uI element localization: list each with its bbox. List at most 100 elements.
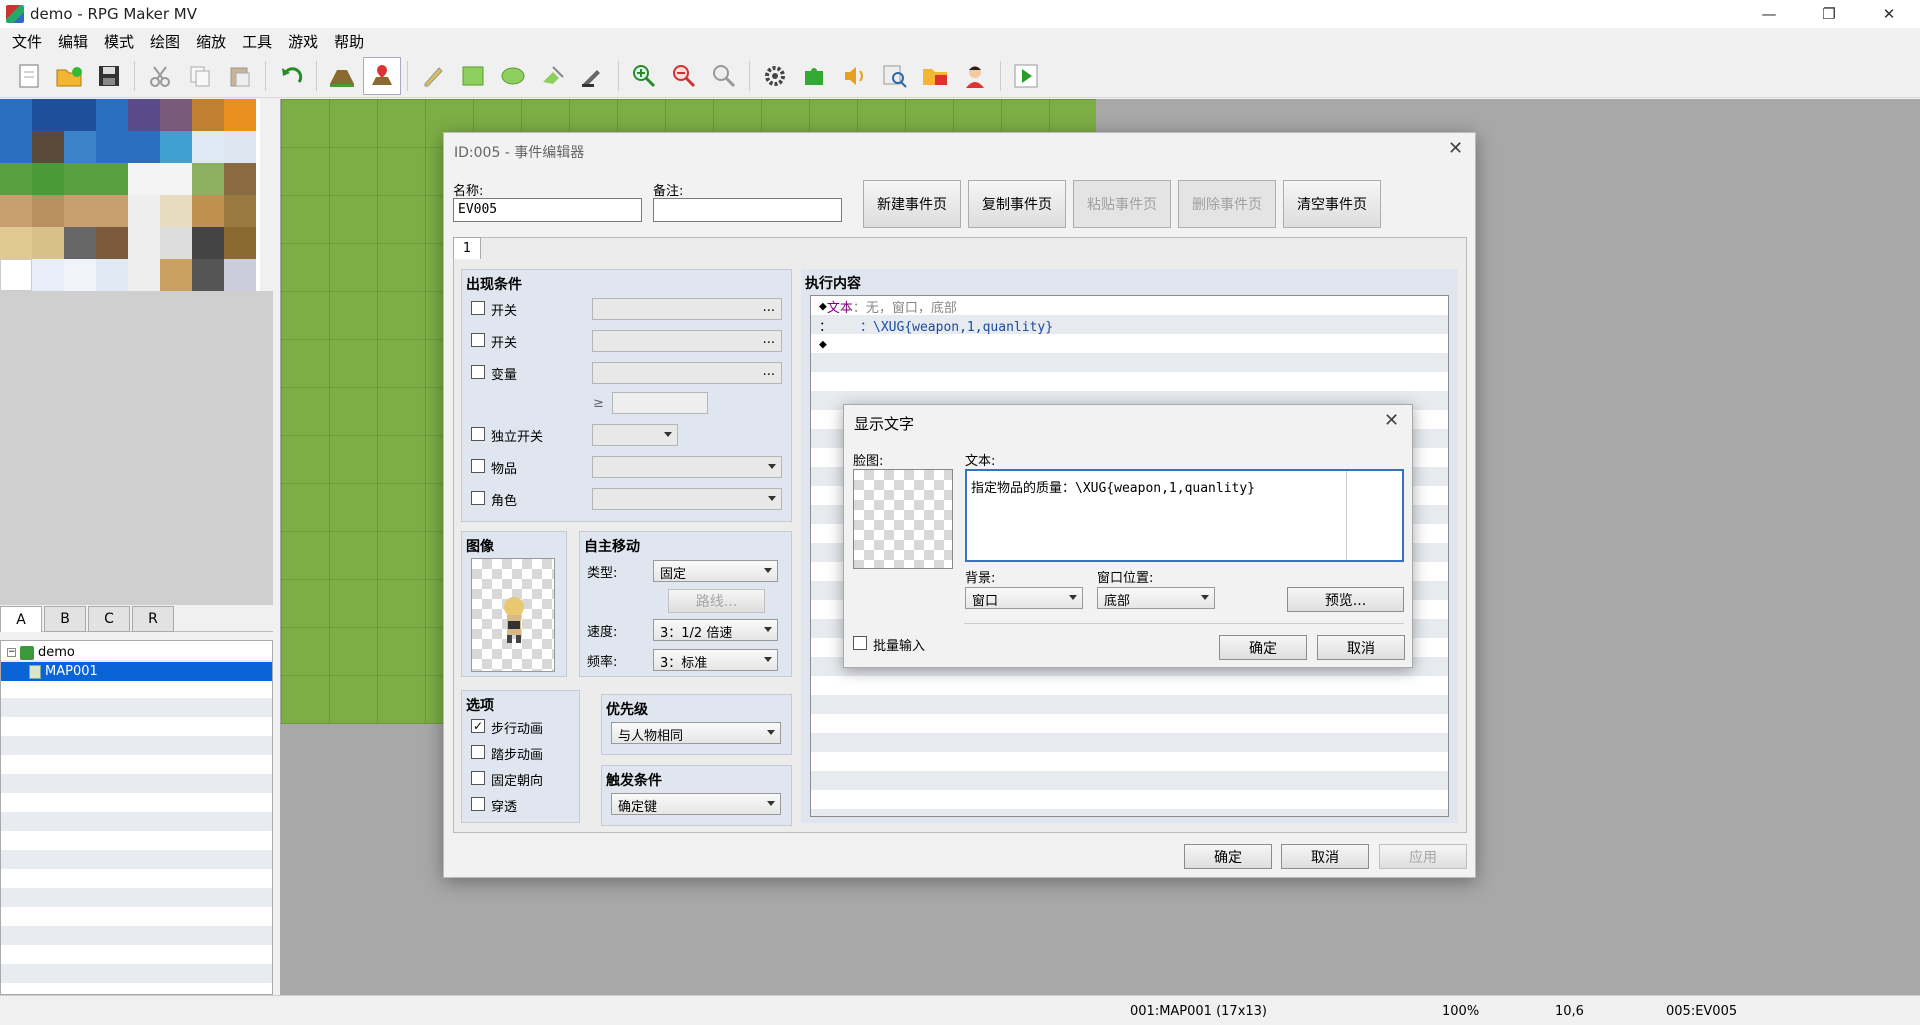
movement-frequency-select[interactable]: 3：标准	[653, 649, 778, 671]
menu-mode[interactable]: 模式	[96, 31, 142, 52]
save-project-icon[interactable]	[90, 57, 128, 95]
paste-page-button[interactable]: 粘贴事件页	[1073, 180, 1171, 228]
actor-selector[interactable]	[592, 488, 782, 510]
text-cancel-button[interactable]: 取消	[1317, 635, 1405, 660]
switch1-checkbox[interactable]	[471, 301, 485, 315]
event-ok-button[interactable]: 确定	[1184, 844, 1272, 869]
rectangle-icon[interactable]	[454, 57, 492, 95]
undo-icon[interactable]	[272, 57, 310, 95]
tab-b[interactable]: B	[44, 606, 86, 632]
face-image-preview[interactable]	[853, 469, 953, 569]
event-mode-icon[interactable]	[363, 56, 401, 95]
tileset-palette[interactable]	[0, 99, 260, 291]
event-searcher-icon[interactable]	[876, 57, 914, 95]
direction-fix-label: 固定朝向	[491, 774, 544, 789]
text-width-guide	[1346, 471, 1347, 560]
map-mode-icon[interactable]	[323, 57, 361, 95]
event-image-preview[interactable]	[471, 558, 555, 672]
menu-help[interactable]: 帮助	[326, 31, 372, 52]
close-window-button[interactable]: ✕	[1866, 0, 1912, 28]
switch2-label: 开关	[491, 336, 518, 351]
variable-selector[interactable]: ...	[592, 362, 782, 384]
fill-icon[interactable]	[534, 57, 572, 95]
database-icon[interactable]	[756, 57, 794, 95]
switch2-checkbox[interactable]	[471, 333, 485, 347]
clear-page-button[interactable]: 清空事件页	[1283, 180, 1381, 228]
item-selector[interactable]	[592, 456, 782, 478]
route-button[interactable]: 路线...	[668, 589, 765, 613]
walking-anim-checkbox[interactable]: ✓	[471, 719, 485, 733]
shadow-pen-icon[interactable]	[574, 57, 612, 95]
movement-type-select[interactable]: 固定	[653, 560, 778, 582]
contents-title: 执行内容	[805, 276, 861, 292]
stepping-anim-checkbox[interactable]	[471, 745, 485, 759]
variable-checkbox[interactable]	[471, 365, 485, 379]
trigger-select[interactable]: 确定键	[611, 793, 781, 815]
zoom-in-icon[interactable]	[625, 57, 663, 95]
self-switch-selector[interactable]	[592, 424, 678, 446]
preview-button[interactable]: 预览...	[1287, 587, 1404, 612]
event-cancel-button[interactable]: 取消	[1281, 844, 1369, 869]
self-switch-checkbox[interactable]	[471, 427, 485, 441]
menu-draw[interactable]: 绘图	[142, 31, 188, 52]
restore-button[interactable]: ❐	[1806, 0, 1852, 28]
background-select[interactable]: 窗口	[965, 587, 1083, 609]
copy-page-button[interactable]: 复制事件页	[968, 180, 1066, 228]
trigger-title: 触发条件	[606, 773, 662, 789]
text-ok-button[interactable]: 确定	[1219, 635, 1307, 660]
movement-type-value: 固定	[660, 567, 687, 582]
tab-page-1[interactable]: 1	[453, 237, 481, 259]
event-note-field[interactable]	[653, 198, 842, 222]
variable-value-spinner[interactable]	[612, 392, 708, 414]
close-icon[interactable]: ✕	[1384, 410, 1399, 431]
tab-a[interactable]: A	[0, 606, 42, 632]
command-row-text-line[interactable]: ： ：\XUG{weapon,1,quanlity}	[819, 316, 1053, 335]
trigger-value: 确定键	[618, 800, 658, 815]
menu-scale[interactable]: 缩放	[188, 31, 234, 52]
movement-speed-select[interactable]: 3：1/2 倍速	[653, 619, 778, 641]
switch1-selector[interactable]: ...	[592, 298, 782, 320]
menu-edit[interactable]: 编辑	[50, 31, 96, 52]
command-row-empty[interactable]: ◆	[819, 335, 827, 353]
open-project-icon[interactable]	[50, 57, 88, 95]
command-row-text[interactable]: ◆ 文本 ：无，窗口，底部	[819, 297, 957, 316]
switch2-selector[interactable]: ...	[592, 330, 782, 352]
new-project-icon[interactable]	[10, 57, 48, 95]
new-page-button[interactable]: 新建事件页	[863, 180, 961, 228]
window-position-select[interactable]: 底部	[1097, 587, 1215, 609]
collapse-icon[interactable]: −	[7, 648, 16, 657]
plugin-manager-icon[interactable]	[796, 57, 834, 95]
event-apply-button[interactable]: 应用	[1379, 844, 1467, 869]
tree-item-project[interactable]: − demo	[7, 643, 75, 662]
copy-icon[interactable]	[181, 57, 219, 95]
character-generator-icon[interactable]	[956, 57, 994, 95]
actor-checkbox[interactable]	[471, 491, 485, 505]
playtest-icon[interactable]	[1007, 57, 1045, 95]
tab-c[interactable]: C	[88, 606, 130, 632]
priority-select[interactable]: 与人物相同	[611, 722, 781, 744]
cut-icon[interactable]	[141, 57, 179, 95]
paste-icon[interactable]	[221, 57, 259, 95]
zoom-out-icon[interactable]	[665, 57, 703, 95]
menu-file[interactable]: 文件	[4, 31, 50, 52]
ellipse-icon[interactable]	[494, 57, 532, 95]
delete-page-button[interactable]: 删除事件页	[1178, 180, 1276, 228]
menu-game[interactable]: 游戏	[280, 31, 326, 52]
resource-manager-icon[interactable]	[916, 57, 954, 95]
self-switch-label: 独立开关	[491, 430, 544, 445]
tab-r[interactable]: R	[132, 606, 174, 632]
actual-size-icon[interactable]	[705, 57, 743, 95]
batch-entry-checkbox[interactable]	[853, 636, 867, 650]
item-checkbox[interactable]	[471, 459, 485, 473]
sound-test-icon[interactable]	[836, 57, 874, 95]
event-name-field[interactable]: EV005	[453, 198, 642, 222]
tree-item-map[interactable]: MAP001	[1, 662, 272, 681]
close-icon[interactable]: ✕	[1448, 138, 1463, 159]
minimize-button[interactable]: —	[1746, 0, 1792, 28]
message-text-area[interactable]: 指定物品的质量：\XUG{weapon,1,quanlity}	[965, 469, 1404, 562]
direction-fix-checkbox[interactable]	[471, 771, 485, 785]
menu-tools[interactable]: 工具	[234, 31, 280, 52]
through-checkbox[interactable]	[471, 797, 485, 811]
pencil-icon[interactable]	[414, 57, 452, 95]
map-icon	[29, 664, 41, 679]
